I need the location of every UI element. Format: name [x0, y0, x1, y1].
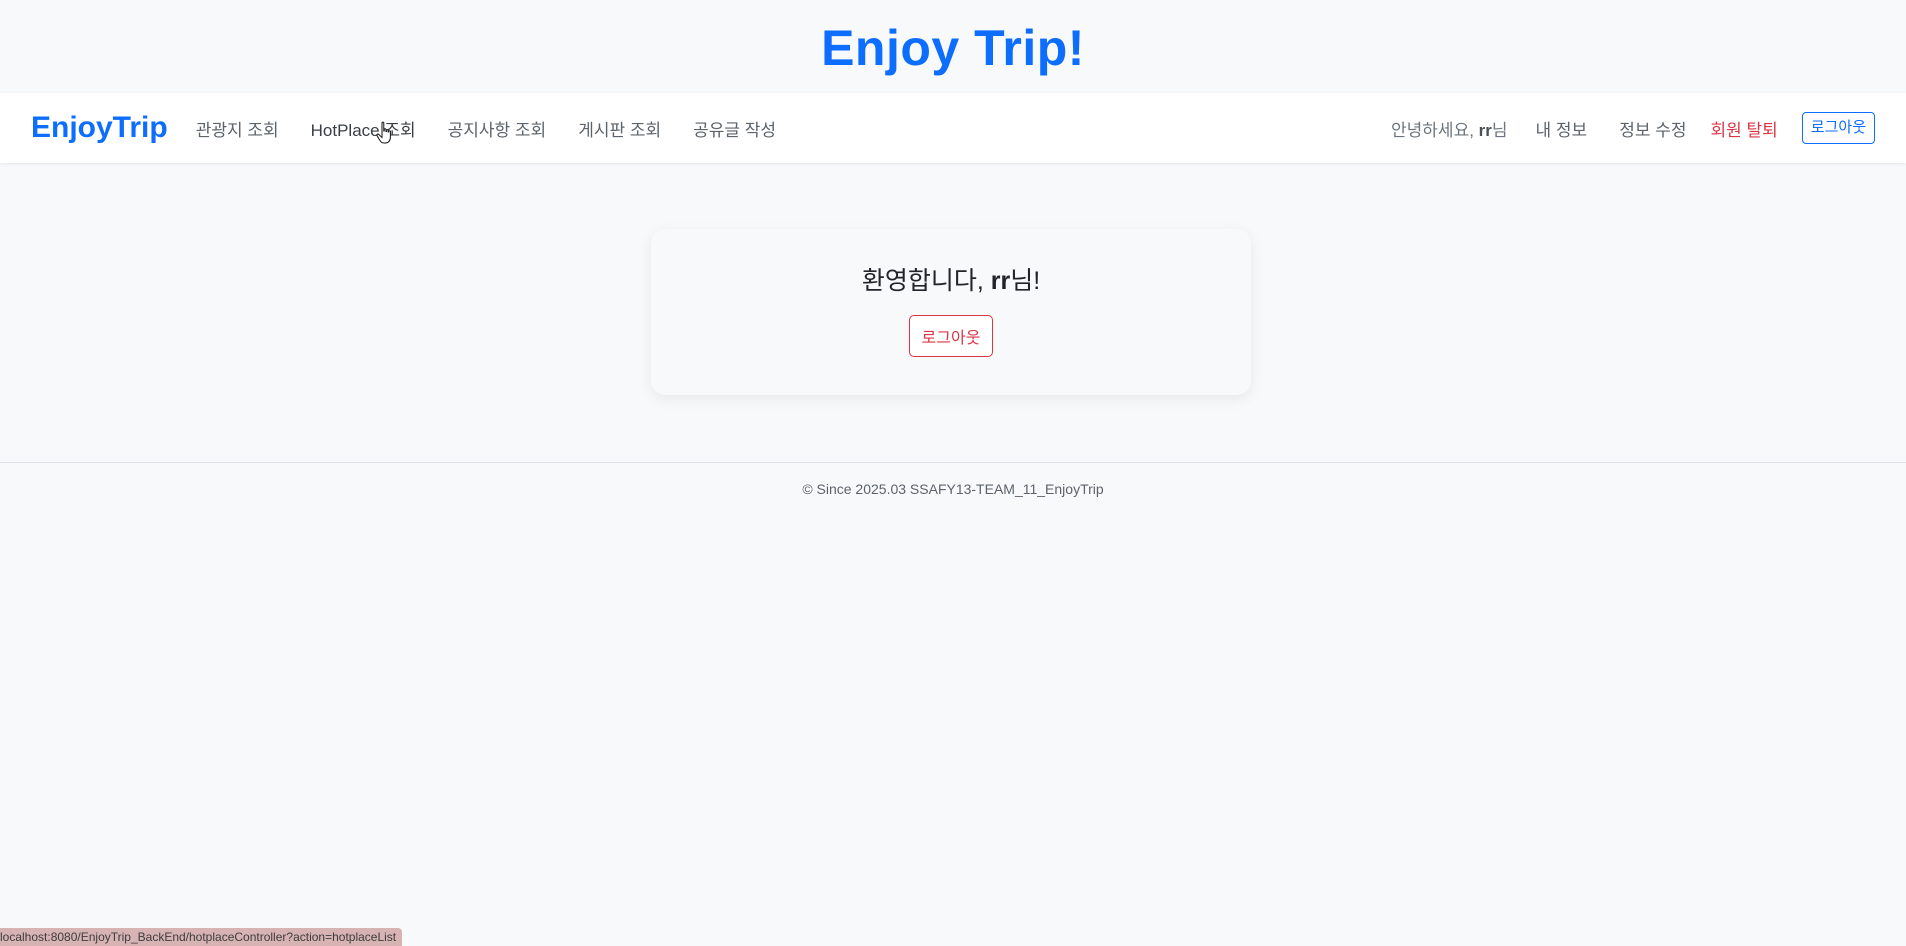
nav-item-notices[interactable]: 공지사항 조회	[432, 116, 563, 141]
greeting-prefix: 안녕하세요,	[1391, 120, 1479, 140]
top-banner: Enjoy Trip!	[0, 0, 1906, 93]
main-content: 환영합니다, rr님! 로그아웃	[0, 163, 1906, 462]
welcome-username: rr	[990, 267, 1011, 295]
footer: © Since 2025.03 SSAFY13-TEAM_11_EnjoyTri…	[0, 462, 1906, 497]
nav-item-hotplace[interactable]: HotPlace 조회	[295, 116, 432, 141]
welcome-suffix: 님!	[1010, 267, 1041, 295]
nav-logout-button[interactable]: 로그아웃	[1801, 112, 1875, 144]
main-nav: 관광지 조회 HotPlace 조회 공지사항 조회 게시판 조회 공유글 작성	[180, 116, 792, 141]
status-bar-url: localhost:8080/EnjoyTrip_BackEnd/hotplac…	[0, 928, 403, 946]
footer-text: © Since 2025.03 SSAFY13-TEAM_11_EnjoyTri…	[802, 481, 1104, 497]
nav-item-withdraw[interactable]: 회원 탈퇴	[1703, 116, 1794, 141]
nav-item-board[interactable]: 게시판 조회	[562, 116, 677, 141]
nav-item-attractions[interactable]: 관광지 조회	[180, 116, 295, 141]
user-nav: 안녕하세요, rr님 내 정보 정보 수정 회원 탈퇴 로그아웃	[1391, 112, 1875, 144]
nav-item-share-post[interactable]: 공유글 작성	[677, 116, 792, 141]
user-greeting: 안녕하세요, rr님	[1391, 116, 1520, 141]
welcome-card: 환영합니다, rr님! 로그아웃	[651, 229, 1251, 395]
welcome-message: 환영합니다, rr님!	[862, 261, 1040, 297]
logout-button[interactable]: 로그아웃	[908, 315, 994, 357]
greeting-suffix: 님	[1491, 120, 1508, 140]
greeting-username: rr	[1478, 120, 1492, 140]
welcome-prefix: 환영합니다,	[861, 267, 991, 295]
site-title: Enjoy Trip!	[821, 19, 1085, 76]
nav-item-my-info[interactable]: 내 정보	[1520, 116, 1604, 141]
nav-item-edit-info[interactable]: 정보 수정	[1603, 116, 1702, 141]
navbar: EnjoyTrip 관광지 조회 HotPlace 조회 공지사항 조회 게시판…	[0, 93, 1906, 163]
brand-logo-link[interactable]: EnjoyTrip	[31, 113, 168, 143]
